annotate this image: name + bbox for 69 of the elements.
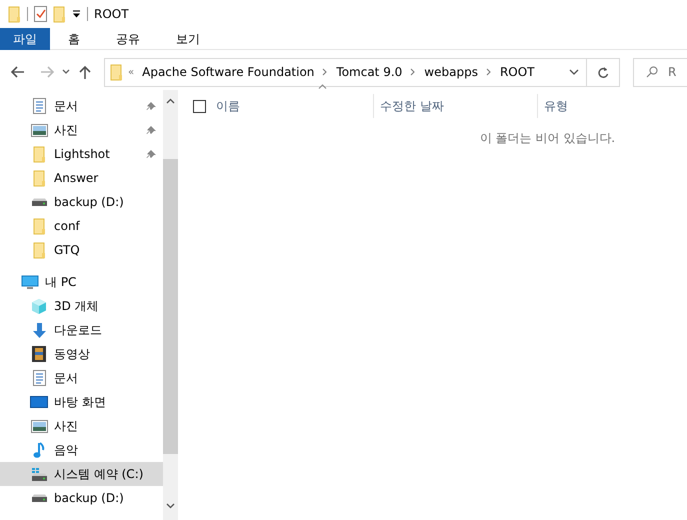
select-all-checkbox[interactable] [193,100,206,112]
picture-icon [30,124,48,136]
ribbon-tab[interactable]: 홈 [50,28,98,50]
nav-item[interactable]: 음악 [0,438,163,462]
chevron-right-icon [486,68,492,76]
breadcrumb[interactable]: Tomcat 9.0 [336,63,402,81]
folder-icon [32,170,46,186]
search-field[interactable]: R [633,58,687,86]
nav-item[interactable]: 바탕 화면 [0,390,163,414]
nav-item[interactable]: backup (D:) [0,190,163,214]
scroll-up-icon[interactable] [166,98,175,104]
chevron-right-icon [410,68,416,76]
ribbon-tab[interactable]: 파일 [0,28,50,50]
nav-item[interactable]: Lightshot [0,142,163,166]
refresh-icon[interactable] [597,66,609,78]
drive-icon [30,466,48,482]
sort-up-icon [318,84,327,89]
scrollbar-thumb[interactable] [163,159,178,454]
nav-item[interactable]: GTQ [0,238,163,262]
music-note-icon [33,442,45,458]
empty-folder-message: 이 폴더는 비어 있습니다. [478,130,616,147]
picture-icon [30,420,48,432]
breadcrumb[interactable]: webapps [424,63,478,81]
column-header[interactable]: 수정한 날짜 [380,97,531,115]
ribbon-tab[interactable]: 공유 [98,28,158,50]
overflow-chevron[interactable]: « [128,64,134,80]
column-header[interactable]: 이름 [216,97,367,115]
search-icon [646,66,658,78]
scroll-down-icon[interactable] [166,503,175,509]
nav-item[interactable]: conf [0,214,163,238]
checkmark-document-icon[interactable] [34,6,47,22]
nav-item[interactable]: 사진 [0,118,163,142]
computer-icon [21,274,39,290]
nav-item[interactable]: 내 PC [0,270,163,294]
nav-item[interactable]: 3D 개체 [0,294,163,318]
dropdown-icon[interactable] [72,10,81,18]
folder-icon [32,242,46,258]
drive-icon [30,494,48,502]
chevron-right-icon [322,68,328,76]
back-arrow-icon[interactable] [10,65,26,79]
nav-item[interactable]: 문서 [0,94,163,118]
drive-icon [30,198,48,206]
dropdown-icon[interactable] [569,69,579,75]
monitor-icon [30,396,48,408]
nav-item[interactable]: 문서 [0,366,163,390]
window-title: ROOT [94,6,129,23]
folder-icon [8,6,21,22]
nav-item[interactable]: 사진 [0,414,163,438]
folder-icon [32,146,46,162]
nav-item[interactable]: Answer [0,166,163,190]
cube-icon [31,298,47,314]
breadcrumb[interactable]: Apache Software Foundation [142,63,314,81]
document-icon [32,98,46,114]
ribbon-tab[interactable]: 보기 [158,28,218,50]
address-bar[interactable]: « Apache Software Foundation Tomcat 9.0 webapps ROOT [104,58,587,86]
up-arrow-icon[interactable] [78,65,92,79]
down-arrow-icon [32,322,46,338]
nav-item[interactable]: 다운로드 [0,318,163,342]
document-icon [32,370,46,386]
film-icon [32,346,46,362]
nav-item[interactable]: backup (D:) [0,486,163,510]
search-placeholder: R [668,64,676,81]
folder-icon [32,218,46,234]
nav-item[interactable]: 동영상 [0,342,163,366]
scrollbar[interactable] [163,90,178,520]
breadcrumb[interactable]: ROOT [500,63,535,81]
nav-item[interactable]: 시스템 예약 (C:) [0,462,163,486]
column-header[interactable]: 유형 [544,97,687,115]
folder-icon [110,64,123,80]
